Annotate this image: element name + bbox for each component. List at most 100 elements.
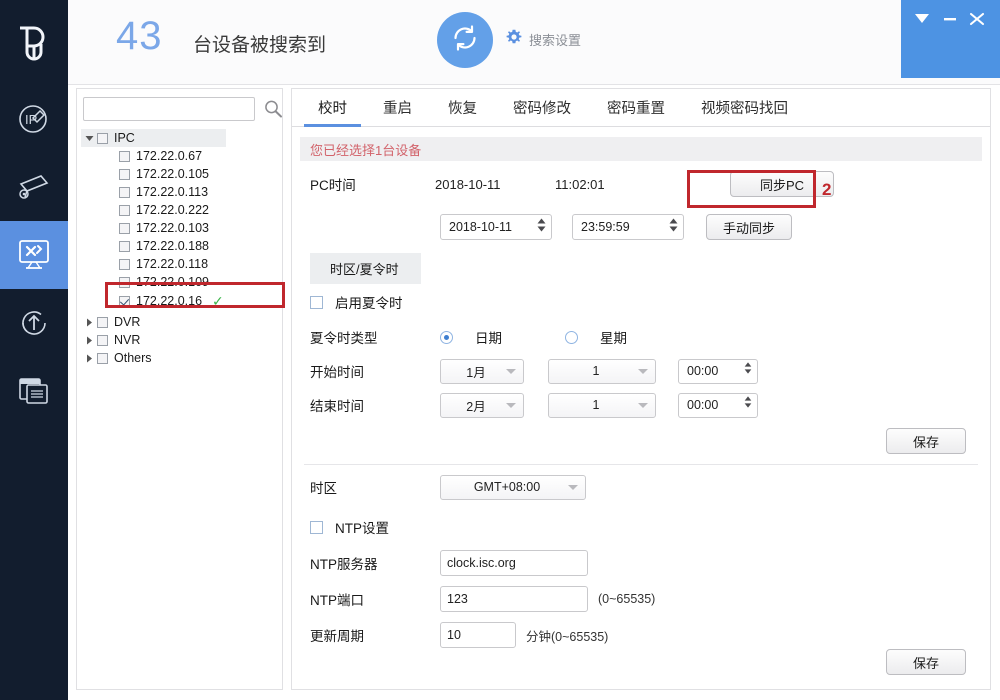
dst-type-radio-date[interactable]	[440, 330, 453, 344]
manual-date-value: 2018-10-11	[449, 220, 513, 234]
spinner-arrows-icon[interactable]	[744, 361, 752, 374]
timezone-dst-subtab[interactable]: 时区/夏令时	[310, 253, 421, 284]
device-checkbox[interactable]	[119, 276, 130, 288]
dst-enable-checkbox[interactable]	[310, 295, 323, 309]
dst-end-day-select[interactable]: 1	[548, 392, 656, 418]
device-count-label: 台设备被搜索到	[193, 35, 327, 56]
ntp-interval-input[interactable]	[440, 622, 516, 648]
tree-group-others[interactable]: Others	[81, 349, 281, 367]
collapse-button[interactable]	[911, 8, 933, 30]
tree-item-device[interactable]: 172.22.0.67	[81, 147, 281, 165]
tab-restore[interactable]: 恢复	[430, 97, 495, 126]
tree-item-device[interactable]: 172.22.0.105	[81, 165, 281, 183]
dst-end-day-value: 1	[592, 398, 600, 412]
dst-end-time-spinner[interactable]: 00:00	[678, 392, 758, 418]
device-ip-label: 172.22.0.103	[136, 221, 209, 235]
dst-save-button[interactable]: 保存	[886, 428, 966, 454]
dst-end-month-select[interactable]: 2月	[440, 392, 524, 418]
device-checkbox[interactable]	[119, 222, 130, 234]
refresh-icon	[448, 21, 482, 60]
device-ip-label: 172.22.0.222	[136, 203, 209, 217]
tree-group-dvr[interactable]: DVR	[81, 313, 281, 331]
rail-item-upgrade-upload[interactable]	[0, 289, 68, 357]
dst-start-time-value: 00:00	[687, 364, 719, 378]
device-ip-label: 172.22.0.16	[136, 294, 203, 308]
chevron-down-icon	[638, 403, 648, 408]
dst-start-time-spinner[interactable]: 00:00	[678, 358, 758, 384]
upgrade-upload-icon	[16, 305, 52, 341]
app-logo	[0, 0, 68, 85]
manual-sync-button[interactable]: 手动同步	[706, 214, 792, 240]
rail-item-camera-config[interactable]	[0, 153, 68, 221]
ntp-port-label: NTP端口	[310, 593, 364, 608]
rail-item-ip-edit[interactable]: IP	[0, 85, 68, 153]
search-icon[interactable]	[263, 99, 283, 124]
rail-item-tools-maintenance[interactable]	[0, 221, 68, 289]
spinner-arrows-icon[interactable]	[744, 395, 752, 408]
spinner-arrows-icon[interactable]	[537, 218, 546, 232]
device-checkbox[interactable]	[119, 168, 130, 180]
device-checkbox[interactable]	[119, 258, 130, 270]
device-count: 43	[116, 14, 163, 58]
tree-item-device[interactable]: 172.22.0.109	[81, 273, 281, 291]
tree-item-device[interactable]: 172.22.0.188	[81, 237, 281, 255]
device-ip-label: 172.22.0.118	[136, 257, 209, 271]
tree-item-device-selected[interactable]: 172.22.0.16 ✓	[81, 291, 281, 311]
device-status-ok-icon: ✓	[212, 292, 224, 309]
chevron-down-icon[interactable]	[81, 134, 97, 143]
chevron-right-icon[interactable]	[81, 354, 97, 363]
main-content-panel: 校时 重启 恢复 密码修改 密码重置 视频密码找回 您已经选择1台设备 PC时间…	[291, 88, 991, 690]
refresh-button[interactable]	[437, 12, 493, 68]
ntp-port-input[interactable]	[440, 586, 588, 612]
chevron-right-icon[interactable]	[81, 336, 97, 345]
search-settings-button[interactable]: 搜索设置	[506, 29, 581, 50]
tree-group-checkbox[interactable]	[97, 132, 108, 144]
device-checkbox[interactable]	[119, 150, 130, 162]
tree-item-device[interactable]: 172.22.0.113	[81, 183, 281, 201]
manual-date-spinner[interactable]: 2018-10-11	[440, 214, 552, 240]
tab-password-change[interactable]: 密码修改	[495, 97, 589, 126]
ntp-port-hint: (0~65535)	[598, 592, 656, 606]
ntp-server-input[interactable]	[440, 550, 588, 576]
dst-start-day-select[interactable]: 1	[548, 358, 656, 384]
chevron-right-icon[interactable]	[81, 318, 97, 327]
gear-icon	[506, 29, 522, 50]
tab-video-password-recovery[interactable]: 视频密码找回	[683, 97, 806, 126]
tree-group-nvr[interactable]: NVR	[81, 331, 281, 349]
tools-maintenance-icon	[14, 237, 54, 273]
spinner-arrows-icon[interactable]	[669, 218, 678, 232]
tree-item-device[interactable]: 172.22.0.222	[81, 201, 281, 219]
minimize-icon	[943, 18, 956, 21]
pc-time-label: PC时间	[310, 178, 356, 193]
device-checkbox[interactable]	[119, 204, 130, 216]
tree-group-label: IPC	[114, 131, 135, 145]
tree-group-checkbox[interactable]	[97, 352, 108, 364]
tab-time-sync[interactable]: 校时	[300, 97, 365, 127]
close-button[interactable]	[966, 8, 988, 30]
timezone-row: 时区 GMT+08:00	[292, 465, 990, 509]
manual-time-spinner[interactable]: 23:59:59	[572, 214, 684, 240]
device-checkbox[interactable]	[119, 295, 130, 307]
dst-type-radio-week[interactable]	[565, 330, 578, 344]
ntp-interval-hint: 分钟(0~65535)	[526, 629, 609, 644]
search-input[interactable]	[83, 97, 255, 121]
tree-item-device[interactable]: 172.22.0.118	[81, 255, 281, 273]
tree-group-ipc[interactable]: IPC	[81, 129, 226, 147]
dst-start-day-value: 1	[592, 364, 600, 378]
tree-group-checkbox[interactable]	[97, 316, 108, 328]
ntp-save-button[interactable]: 保存	[886, 649, 966, 675]
dst-start-month-select[interactable]: 1月	[440, 358, 524, 384]
timezone-select[interactable]: GMT+08:00	[440, 474, 586, 500]
tab-password-reset[interactable]: 密码重置	[589, 97, 683, 126]
sync-pc-button[interactable]: 同步PC	[730, 171, 834, 197]
device-checkbox[interactable]	[119, 240, 130, 252]
tree-item-device[interactable]: 172.22.0.103	[81, 219, 281, 237]
device-ip-label: 172.22.0.109	[136, 275, 209, 289]
tab-reboot[interactable]: 重启	[365, 97, 430, 126]
device-tree-panel: IPC 172.22.0.67 172.22.0.105 172.22.0.11…	[76, 88, 283, 690]
tree-group-checkbox[interactable]	[97, 334, 108, 346]
minimize-button[interactable]	[939, 8, 961, 30]
ntp-enable-checkbox[interactable]	[310, 520, 323, 534]
device-checkbox[interactable]	[119, 186, 130, 198]
rail-item-logs-records[interactable]	[0, 357, 68, 425]
